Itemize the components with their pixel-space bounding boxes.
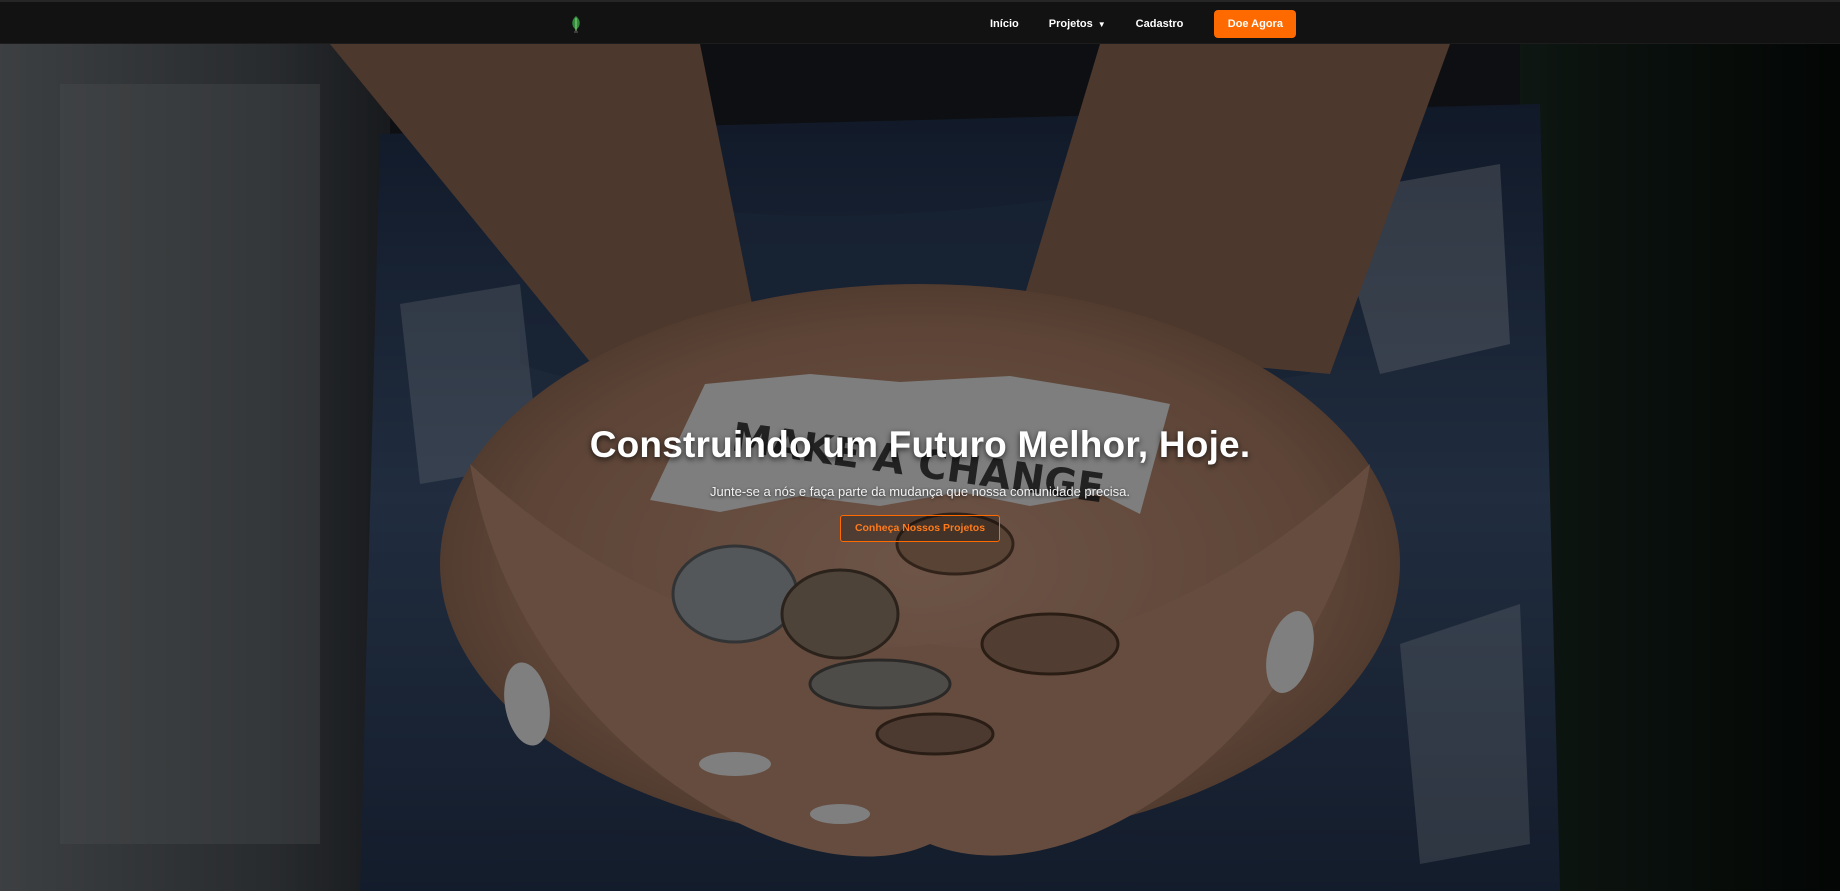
nav-link-inicio[interactable]: Início bbox=[990, 18, 1019, 30]
main-nav: Início Projetos ▼ Cadastro Doe Agora bbox=[990, 2, 1297, 46]
nav-link-cadastro[interactable]: Cadastro bbox=[1136, 18, 1184, 30]
hero-section: MAKE A CHANGE Construindo um Futuro Melh… bbox=[0, 44, 1840, 891]
chevron-down-icon: ▼ bbox=[1097, 19, 1106, 29]
hero-subtitle: Junte-se a nós e faça parte da mudança q… bbox=[710, 484, 1130, 499]
hero-title: Construindo um Futuro Melhor, Hoje. bbox=[589, 424, 1251, 465]
top-navbar: Início Projetos ▼ Cadastro Doe Agora bbox=[0, 0, 1840, 44]
hero-content: Construindo um Futuro Melhor, Hoje. Junt… bbox=[0, 424, 1840, 542]
nav-link-projetos-label: Projetos bbox=[1048, 18, 1093, 30]
explore-projects-button[interactable]: Conheça Nossos Projetos bbox=[839, 515, 1001, 542]
nav-link-projetos[interactable]: Projetos ▼ bbox=[1049, 18, 1106, 30]
leaf-logo-icon[interactable] bbox=[568, 14, 584, 34]
donate-now-button[interactable]: Doe Agora bbox=[1214, 10, 1297, 38]
